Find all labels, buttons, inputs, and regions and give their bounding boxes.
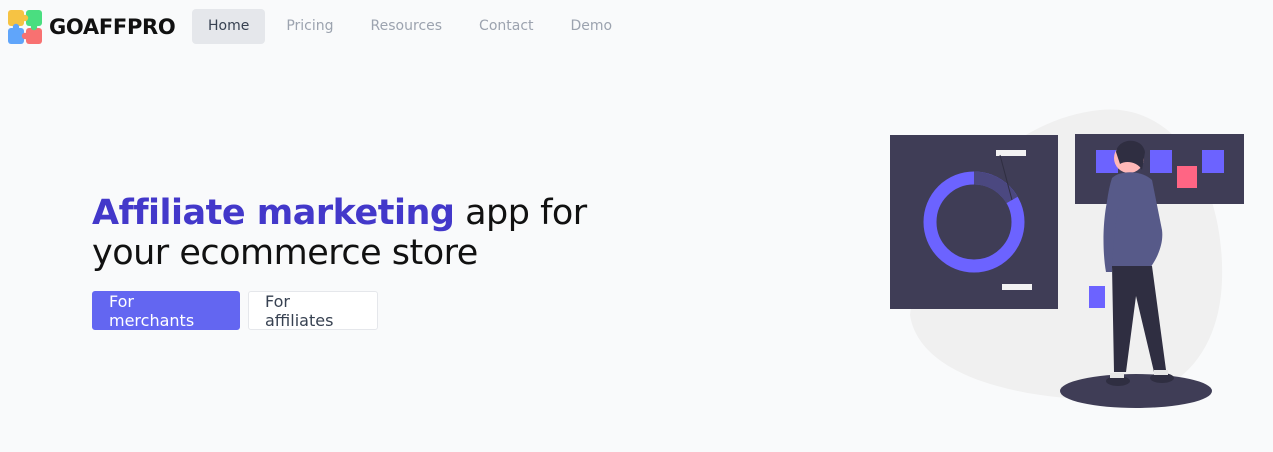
floor-shadow-shape <box>1060 374 1212 408</box>
main-nav: Home Pricing Resources Contact Demo <box>192 9 633 44</box>
page: GOAFFPRO Home Pricing Resources Contact … <box>0 0 1273 452</box>
for-merchants-button[interactable]: For merchants <box>92 291 240 330</box>
hero-cta-row: For merchants For affiliates <box>92 291 378 330</box>
top-navbar: GOAFFPRO Home Pricing Resources Contact … <box>0 0 1273 54</box>
hero-title-line-2: your ecommerce store <box>92 233 478 273</box>
nav-item-pricing[interactable]: Pricing <box>270 9 349 44</box>
brand-logo[interactable]: GOAFFPRO <box>8 10 176 44</box>
puzzle-logo-icon <box>8 10 42 44</box>
hero-title: Affiliate marketing app for your ecommerc… <box>92 193 652 273</box>
nav-item-home[interactable]: Home <box>192 9 266 44</box>
hero-title-line-1: app for <box>454 193 587 233</box>
nav-item-demo[interactable]: Demo <box>555 9 629 44</box>
nav-item-resources[interactable]: Resources <box>355 9 459 44</box>
hero-title-accent: Affiliate marketing <box>92 193 455 233</box>
brand-name: GOAFFPRO <box>49 15 176 39</box>
hero-illustration <box>890 109 1244 408</box>
for-affiliates-button[interactable]: For affiliates <box>248 291 378 330</box>
nav-item-contact[interactable]: Contact <box>463 9 549 44</box>
donut-chart-panel <box>890 135 1058 309</box>
